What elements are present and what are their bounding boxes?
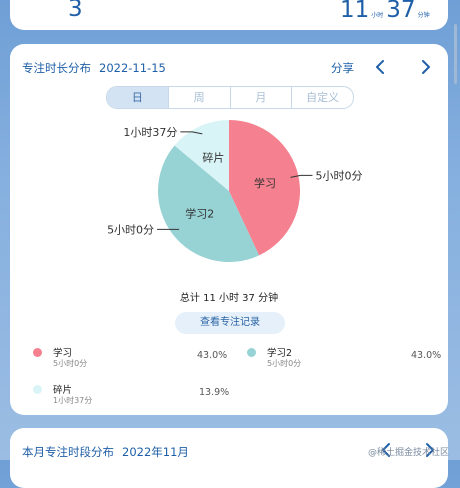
slice-value-label: 1小时37分 bbox=[123, 126, 177, 139]
slice-value-label: 5小时0分 bbox=[316, 169, 363, 182]
monthly-distribution-card: 本月专注时段分布 2022年11月 bbox=[10, 428, 448, 488]
card-header: 本月专注时段分布 2022年11月 bbox=[22, 444, 189, 460]
legend-swatch bbox=[33, 385, 42, 394]
slice-name-label: 学习 bbox=[254, 176, 276, 190]
summary-card: 3 11 小时 37 分钟 bbox=[10, 0, 448, 30]
focus-distribution-card: 专注时长分布 2022-11-15 分享 日 周 月 自定义 学习 5小时0分 学习2… bbox=[10, 44, 448, 415]
legend-duration: 5小时0分 bbox=[53, 359, 88, 368]
minutes-value: 37 bbox=[386, 0, 416, 23]
focus-pie-chart: 学习5小时0分学习25小时0分碎片1小时37分 bbox=[107, 120, 363, 262]
card-title: 本月专注时段分布 bbox=[22, 445, 114, 459]
legend-swatch bbox=[247, 348, 256, 357]
minutes-unit: 分钟 bbox=[417, 12, 430, 19]
legend-percent: 43.0% bbox=[411, 350, 442, 361]
scrollbar[interactable] bbox=[454, 24, 457, 84]
legend-item: 学习2 5小时0分 43.0% bbox=[247, 345, 447, 371]
legend-name: 学习 bbox=[53, 348, 73, 359]
view-records-button[interactable]: 查看专注记录 bbox=[175, 312, 285, 334]
legend-percent: 13.9% bbox=[199, 387, 230, 398]
focus-count: 3 bbox=[68, 0, 83, 22]
hours-unit: 小时 bbox=[371, 12, 384, 19]
total-time: 总计 11 小时 37 分钟 bbox=[179, 293, 279, 304]
hours-value: 11 bbox=[340, 0, 370, 23]
legend-percent: 43.0% bbox=[197, 350, 228, 361]
legend-name: 碎片 bbox=[53, 385, 73, 396]
slice-name-label: 学习2 bbox=[185, 207, 214, 221]
legend-item: 碎片 1小时37分 13.9% bbox=[33, 382, 233, 408]
legend-item: 学习 5小时0分 43.0% bbox=[33, 345, 233, 371]
focus-total-time: 11 小时 37 分钟 bbox=[340, 0, 433, 23]
legend-duration: 5小时0分 bbox=[267, 359, 302, 368]
card-month: 2022年11月 bbox=[122, 445, 189, 459]
slice-value-label: 5小时0分 bbox=[107, 223, 154, 236]
legend-duration: 1小时37分 bbox=[53, 396, 93, 405]
slice-name-label: 碎片 bbox=[202, 151, 224, 165]
legend-swatch bbox=[33, 348, 42, 357]
legend-name: 学习2 bbox=[267, 348, 293, 359]
watermark: @稀土掘金技术社区 bbox=[368, 448, 450, 458]
